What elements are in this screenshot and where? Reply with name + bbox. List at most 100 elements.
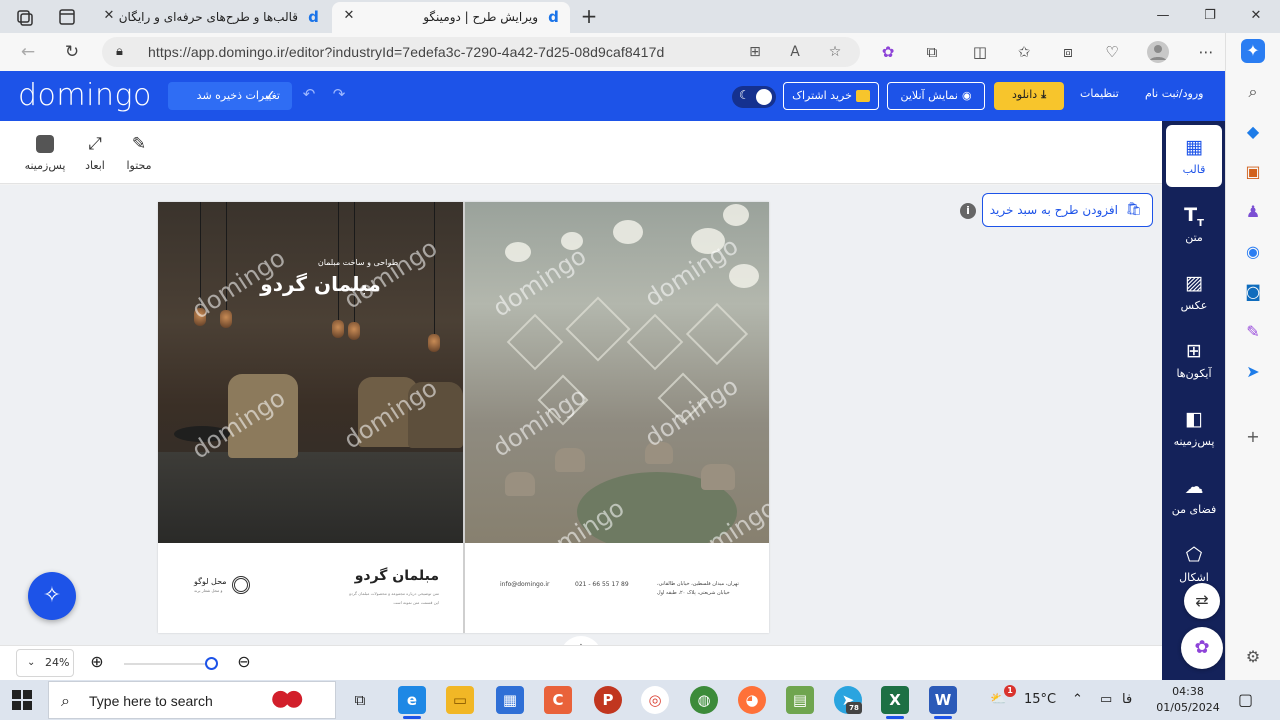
panel-item-background[interactable]: ◧ پس‌زمینه — [1166, 397, 1222, 459]
zoom-slider[interactable] — [124, 657, 218, 670]
panel-item-icons[interactable]: ⊞ آیکون‌ها — [1166, 329, 1222, 391]
app-available-icon[interactable]: ⊞ — [746, 43, 764, 61]
split-screen-icon[interactable]: ◫ — [968, 40, 992, 64]
taskbar-search[interactable]: ⌕ Type here to search ●● — [48, 681, 336, 719]
saved-status-button[interactable]: تغییرات ذخیره شد ✓ — [168, 82, 292, 110]
add-icon[interactable]: + — [1241, 425, 1265, 449]
subscribe-button[interactable]: خرید اشتراک — [783, 82, 879, 110]
outlook-icon[interactable]: ◙ — [1241, 280, 1265, 304]
background-tool[interactable]: پس‌زمینه — [20, 133, 70, 172]
file-explorer-icon[interactable]: ▭ — [446, 686, 474, 714]
atrium-photo[interactable]: domingo domingo domingo domingo domingo … — [465, 202, 769, 543]
app-c-icon[interactable]: C — [544, 686, 572, 714]
settings-gear-icon[interactable]: ⚙ — [1241, 645, 1265, 669]
favorites-icon[interactable]: ✩ — [1012, 40, 1036, 64]
extensions-icon[interactable]: ⧉ — [920, 40, 944, 64]
firefox-icon[interactable]: ◕ — [738, 686, 766, 714]
email-text[interactable]: info@domingo.ir — [500, 581, 549, 588]
chevron-up-tray-icon[interactable]: ⌃ — [1072, 680, 1083, 720]
footer-line[interactable]: متن توضیحی درباره مجموعه و محصولات مبلما… — [349, 591, 439, 596]
new-tab-button[interactable]: + — [578, 5, 600, 27]
zoom-select[interactable]: ⌄ 24% — [16, 649, 74, 677]
settings-link[interactable]: تنظیمات — [1080, 87, 1119, 100]
panel-item-template[interactable]: ▦ قالب — [1166, 125, 1222, 187]
download-button[interactable]: ⤓دانلود — [994, 82, 1064, 110]
address-line[interactable]: تهران، میدان فلسطین، خیابان طالقانی، — [657, 581, 739, 587]
close-icon[interactable]: ✕ — [342, 9, 356, 23]
read-aloud-icon[interactable]: A — [786, 43, 804, 61]
chrome-icon[interactable]: ◎ — [641, 686, 669, 714]
refresh-icon[interactable]: ↻ — [60, 40, 84, 64]
preview-online-button[interactable]: ◉نمایش آنلاین — [887, 82, 985, 110]
back-icon[interactable]: ← — [16, 40, 40, 64]
shopping-tag-icon[interactable]: ◆ — [1241, 120, 1265, 144]
logo-placeholder-label[interactable]: محل لوگو — [194, 577, 227, 586]
notifications-icon[interactable]: ▢ — [1238, 680, 1253, 720]
excel-icon[interactable]: X — [881, 686, 909, 714]
favorite-star-icon[interactable]: ☆ — [826, 43, 844, 61]
word-icon[interactable]: W — [929, 686, 957, 714]
tab-editor[interactable]: d ویرایش طرح | دومینگو ✕ — [332, 2, 570, 33]
logo-slogan-label[interactable]: و محل شعار برند — [194, 588, 222, 593]
redo-icon[interactable]: ↷ — [328, 83, 350, 105]
add-to-cart-button[interactable]: 🛍︎ افزودن طرح به سبد خرید — [982, 193, 1153, 227]
content-tool[interactable]: ✎ محتوا — [114, 133, 164, 172]
tab-actions-icon[interactable] — [56, 6, 78, 28]
theme-toggle[interactable]: ☾ — [732, 86, 776, 108]
zoom-out-icon[interactable]: ⊖ — [233, 651, 255, 673]
extension-brain-icon[interactable]: ✿ — [876, 40, 900, 64]
panel-item-image[interactable]: ▨ عکس — [1166, 261, 1222, 323]
undo-icon[interactable]: ↶ — [298, 83, 320, 105]
lock-icon[interactable]: 🔒︎ — [116, 43, 134, 61]
people-icon[interactable]: ♟ — [1241, 200, 1265, 224]
address-line[interactable]: خیابان شریعتی، پلاک ۲۰، طبقه اول — [657, 590, 730, 596]
taskbar-search-placeholder[interactable]: Type here to search — [89, 693, 213, 709]
performance-icon[interactable]: ♡ — [1100, 40, 1124, 64]
panel-item-my-space[interactable]: ☁ فضای من — [1166, 465, 1222, 527]
magic-wand-button[interactable]: ✧ — [28, 572, 76, 620]
language-indicator[interactable]: فا — [1122, 680, 1132, 720]
edge-app-icon[interactable]: e — [398, 686, 426, 714]
window-close-icon[interactable]: ✕ — [1243, 6, 1269, 26]
app-p-icon[interactable]: P — [594, 686, 622, 714]
info-icon[interactable]: i — [960, 203, 976, 219]
copilot-icon[interactable]: ✦ — [1241, 39, 1265, 63]
address-bar[interactable]: 🔒︎ https://app.domingo.ir/editor?industr… — [102, 37, 860, 67]
clock[interactable]: 04:38 01/05/2024 — [1156, 684, 1220, 716]
phone-text[interactable]: 021 - 66 55 17 89 — [575, 581, 629, 588]
footer-title[interactable]: مبلمان گردو — [355, 568, 439, 584]
translate-icon[interactable]: ⇄ — [1184, 583, 1220, 619]
designer-icon[interactable]: ✎ — [1241, 320, 1265, 344]
windows-start-icon[interactable] — [12, 690, 32, 710]
url-text[interactable]: https://app.domingo.ir/editor?industryId… — [148, 44, 664, 60]
office-icon[interactable]: ◉ — [1241, 240, 1265, 264]
more-menu-icon[interactable]: ⋯ — [1194, 40, 1218, 64]
collections-icon[interactable]: ⧈ — [1056, 40, 1080, 64]
store-icon[interactable]: ▦ — [496, 686, 524, 714]
task-view-icon[interactable]: ⧉ — [346, 686, 374, 714]
ai-brain-icon[interactable]: ✿ — [1181, 627, 1223, 669]
app-green-icon[interactable]: ▤ — [786, 686, 814, 714]
footer-line[interactable]: این قسمت متن نمونه است — [393, 600, 439, 605]
workspaces-icon[interactable] — [14, 6, 36, 28]
tools-icon[interactable]: ▣ — [1241, 160, 1265, 184]
search-icon[interactable]: ⌕ — [1241, 80, 1265, 104]
panel-item-text[interactable]: TT متن — [1166, 193, 1222, 255]
battery-icon[interactable]: ▭ — [1100, 680, 1112, 720]
logo-placeholder-icon[interactable] — [232, 576, 250, 594]
restore-icon[interactable]: ❐ — [1197, 6, 1223, 26]
poster-design[interactable]: طراحی و ساخت مبلمان مبلمان گردو domingo … — [158, 202, 769, 633]
weather-icon[interactable]: ⛅ — [990, 680, 1006, 720]
profile-avatar-icon[interactable] — [1146, 40, 1170, 64]
globe-app-icon[interactable]: ◍ — [690, 686, 718, 714]
login-link[interactable]: ورود/ثبت نام — [1145, 87, 1203, 100]
send-icon[interactable]: ➤ — [1241, 360, 1265, 384]
temperature-text[interactable]: 15°C — [1024, 680, 1056, 720]
lounge-photo[interactable]: طراحی و ساخت مبلمان مبلمان گردو domingo … — [158, 202, 463, 543]
zoom-slider-thumb[interactable] — [205, 657, 218, 670]
close-icon[interactable]: ✕ — [102, 9, 116, 23]
tab-templates[interactable]: d قالب‌ها و طرح‌های حرفه‌ای و رایگان ✕ — [92, 2, 330, 33]
dimensions-tool[interactable]: ⤢ ابعاد — [70, 133, 120, 172]
domingo-logo[interactable]: domingo — [18, 78, 152, 113]
zoom-in-icon[interactable]: ⊕ — [86, 651, 108, 673]
